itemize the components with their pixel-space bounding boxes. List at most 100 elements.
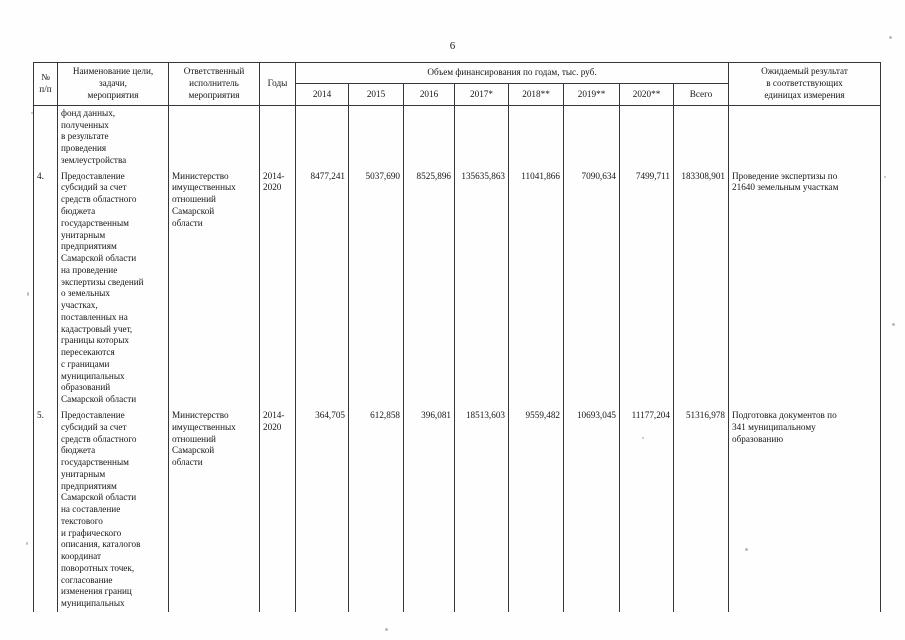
scan-speck bbox=[889, 36, 892, 39]
name-line-5: унитарным bbox=[61, 468, 106, 479]
scan-speck bbox=[27, 292, 29, 296]
name-line-16: муниципальных bbox=[61, 598, 125, 609]
cell-result: Проведение экспертизы по 21640 земельным… bbox=[728, 168, 881, 408]
result-line-2: образованию bbox=[732, 433, 784, 444]
cell-2016 bbox=[403, 104, 455, 169]
cell-name: фонд данных, полученных в результате про… bbox=[57, 104, 169, 169]
th-year-2015: 2015 bbox=[348, 83, 404, 106]
cell-years: 2014- 2020 bbox=[259, 168, 296, 408]
name-line-6: предприятиям bbox=[61, 480, 117, 491]
th-name-line-2: мероприятия bbox=[87, 89, 139, 100]
th-result-line-0: Ожидаемый результат bbox=[761, 66, 848, 76]
name-line-2: средств областного bbox=[61, 433, 137, 444]
cell-years: 2014- 2020 bbox=[259, 408, 296, 613]
table-body: фонд данных, полученных в результате про… bbox=[33, 104, 881, 613]
cell-name: Предоставление субсидий за счет средств … bbox=[57, 168, 169, 408]
financing-table: № п/п Наименование цели, задачи, меропри… bbox=[33, 61, 881, 613]
name-line-13: поворотных точек, bbox=[61, 562, 135, 573]
th-executor: Ответственный исполнитель мероприятия bbox=[168, 62, 260, 106]
cell-2014 bbox=[295, 104, 349, 169]
executor-line-2: отношений bbox=[172, 194, 216, 205]
name-line-17: муниципальных bbox=[61, 370, 125, 381]
cell-2019: 7090,634 bbox=[563, 168, 620, 408]
name-line-3: бюджета bbox=[61, 445, 96, 456]
cell-2020: 11177,204 bbox=[619, 408, 674, 613]
name-line-12: координат bbox=[61, 551, 102, 562]
executor-line-1: имущественных bbox=[172, 421, 236, 432]
name-line-11: участках, bbox=[61, 300, 98, 311]
cell-result bbox=[728, 104, 881, 169]
years-line-0: 2014- bbox=[263, 410, 285, 420]
name-line-5: унитарным bbox=[61, 229, 106, 240]
cell-2017 bbox=[454, 104, 509, 169]
name-line-2: средств областного bbox=[61, 194, 137, 205]
page-number: 6 bbox=[449, 40, 456, 52]
name-line-9: экспертизы сведений bbox=[61, 276, 144, 287]
result-line-1: 341 муниципальному bbox=[732, 421, 816, 432]
cell-2015: 612,858 bbox=[348, 408, 404, 613]
years-line-1: 2020 bbox=[263, 421, 282, 432]
name-line-10: и графического bbox=[61, 527, 122, 538]
cell-name: Предоставление субсидий за счет средств … bbox=[57, 408, 169, 613]
th-name-line-0: Наименование цели, bbox=[72, 66, 154, 76]
cell-2020 bbox=[619, 104, 674, 169]
th-years: Годы bbox=[259, 62, 296, 106]
name-line-1: субсидий за счет bbox=[61, 421, 127, 432]
th-executor-line-1: исполнитель bbox=[189, 77, 239, 88]
cell-2017: 18513,603 bbox=[454, 408, 509, 613]
cell-2020: 7499,711 bbox=[619, 168, 674, 408]
scan-speck bbox=[31, 112, 33, 114]
name-line-3: бюджета bbox=[61, 205, 96, 216]
executor-line-2: отношений bbox=[172, 433, 216, 444]
cell-executor: Министерство имущественных отношений Сам… bbox=[168, 168, 260, 408]
name-line-4: землеустройства bbox=[61, 154, 127, 165]
name-line-9: текстового bbox=[61, 515, 103, 526]
name-line-4: государственным bbox=[61, 457, 129, 468]
th-financing-group: Объем финансирования по годам, тыс. руб. bbox=[295, 61, 729, 85]
name-line-8: на составление bbox=[61, 504, 121, 515]
name-line-7: Самарской области bbox=[61, 253, 137, 264]
name-line-15: изменения границ bbox=[61, 586, 132, 597]
cell-total: 51316,978 bbox=[673, 408, 729, 613]
cell-2018: 9559,482 bbox=[508, 408, 564, 613]
table-row: 5. Предоставление субсидий за счет средс… bbox=[33, 408, 881, 613]
name-line-0: Предоставление bbox=[61, 410, 125, 420]
cell-executor bbox=[168, 104, 260, 169]
name-line-12: поставленных на bbox=[61, 311, 128, 322]
cell-2016: 8525,896 bbox=[403, 168, 455, 408]
name-line-14: границы которых bbox=[61, 335, 129, 346]
executor-line-4: области bbox=[172, 217, 203, 228]
th-result-line-2: единицах измерения bbox=[764, 89, 845, 100]
scan-speck bbox=[745, 548, 748, 551]
table-header-row-1: № п/п Наименование цели, задачи, меропри… bbox=[33, 61, 881, 106]
th-executor-line-0: Ответственный bbox=[183, 66, 245, 76]
th-index-line-1: п/п bbox=[39, 83, 52, 94]
th-year-2016: 2016 bbox=[403, 83, 455, 106]
executor-line-0: Министерство bbox=[172, 410, 229, 420]
cell-index: 4. bbox=[33, 168, 58, 408]
cell-2018 bbox=[508, 104, 564, 169]
scan-speck bbox=[642, 437, 644, 439]
cell-2018: 11041,866 bbox=[508, 168, 564, 408]
result-line-1: 21640 земельным участкам bbox=[732, 182, 839, 193]
name-line-16: с границами bbox=[61, 358, 110, 369]
scan-speck bbox=[385, 628, 388, 631]
executor-line-0: Министерство bbox=[172, 170, 229, 181]
document-page: 6 № п/п Наименование цели, задачи, мероп… bbox=[0, 0, 905, 640]
name-line-15: пересекаются bbox=[61, 347, 115, 358]
name-line-1: полученных bbox=[61, 119, 109, 130]
th-result: Ожидаемый результат в соответствующих ед… bbox=[728, 62, 881, 106]
name-line-4: государственным bbox=[61, 217, 129, 228]
cell-index bbox=[33, 104, 58, 169]
th-result-line-1: в соответствующих bbox=[766, 77, 843, 88]
name-line-11: описания, каталогов bbox=[61, 539, 141, 550]
cell-2019 bbox=[563, 104, 620, 169]
scan-speck bbox=[884, 176, 886, 178]
cell-years bbox=[259, 104, 296, 169]
th-year-2014: 2014 bbox=[295, 83, 349, 106]
name-line-19: Самарской области bbox=[61, 394, 137, 405]
name-line-0: фонд данных, bbox=[61, 107, 116, 118]
th-executor-line-2: мероприятия bbox=[188, 89, 240, 100]
executor-line-3: Самарской bbox=[172, 445, 215, 456]
cell-2016: 396,081 bbox=[403, 408, 455, 613]
